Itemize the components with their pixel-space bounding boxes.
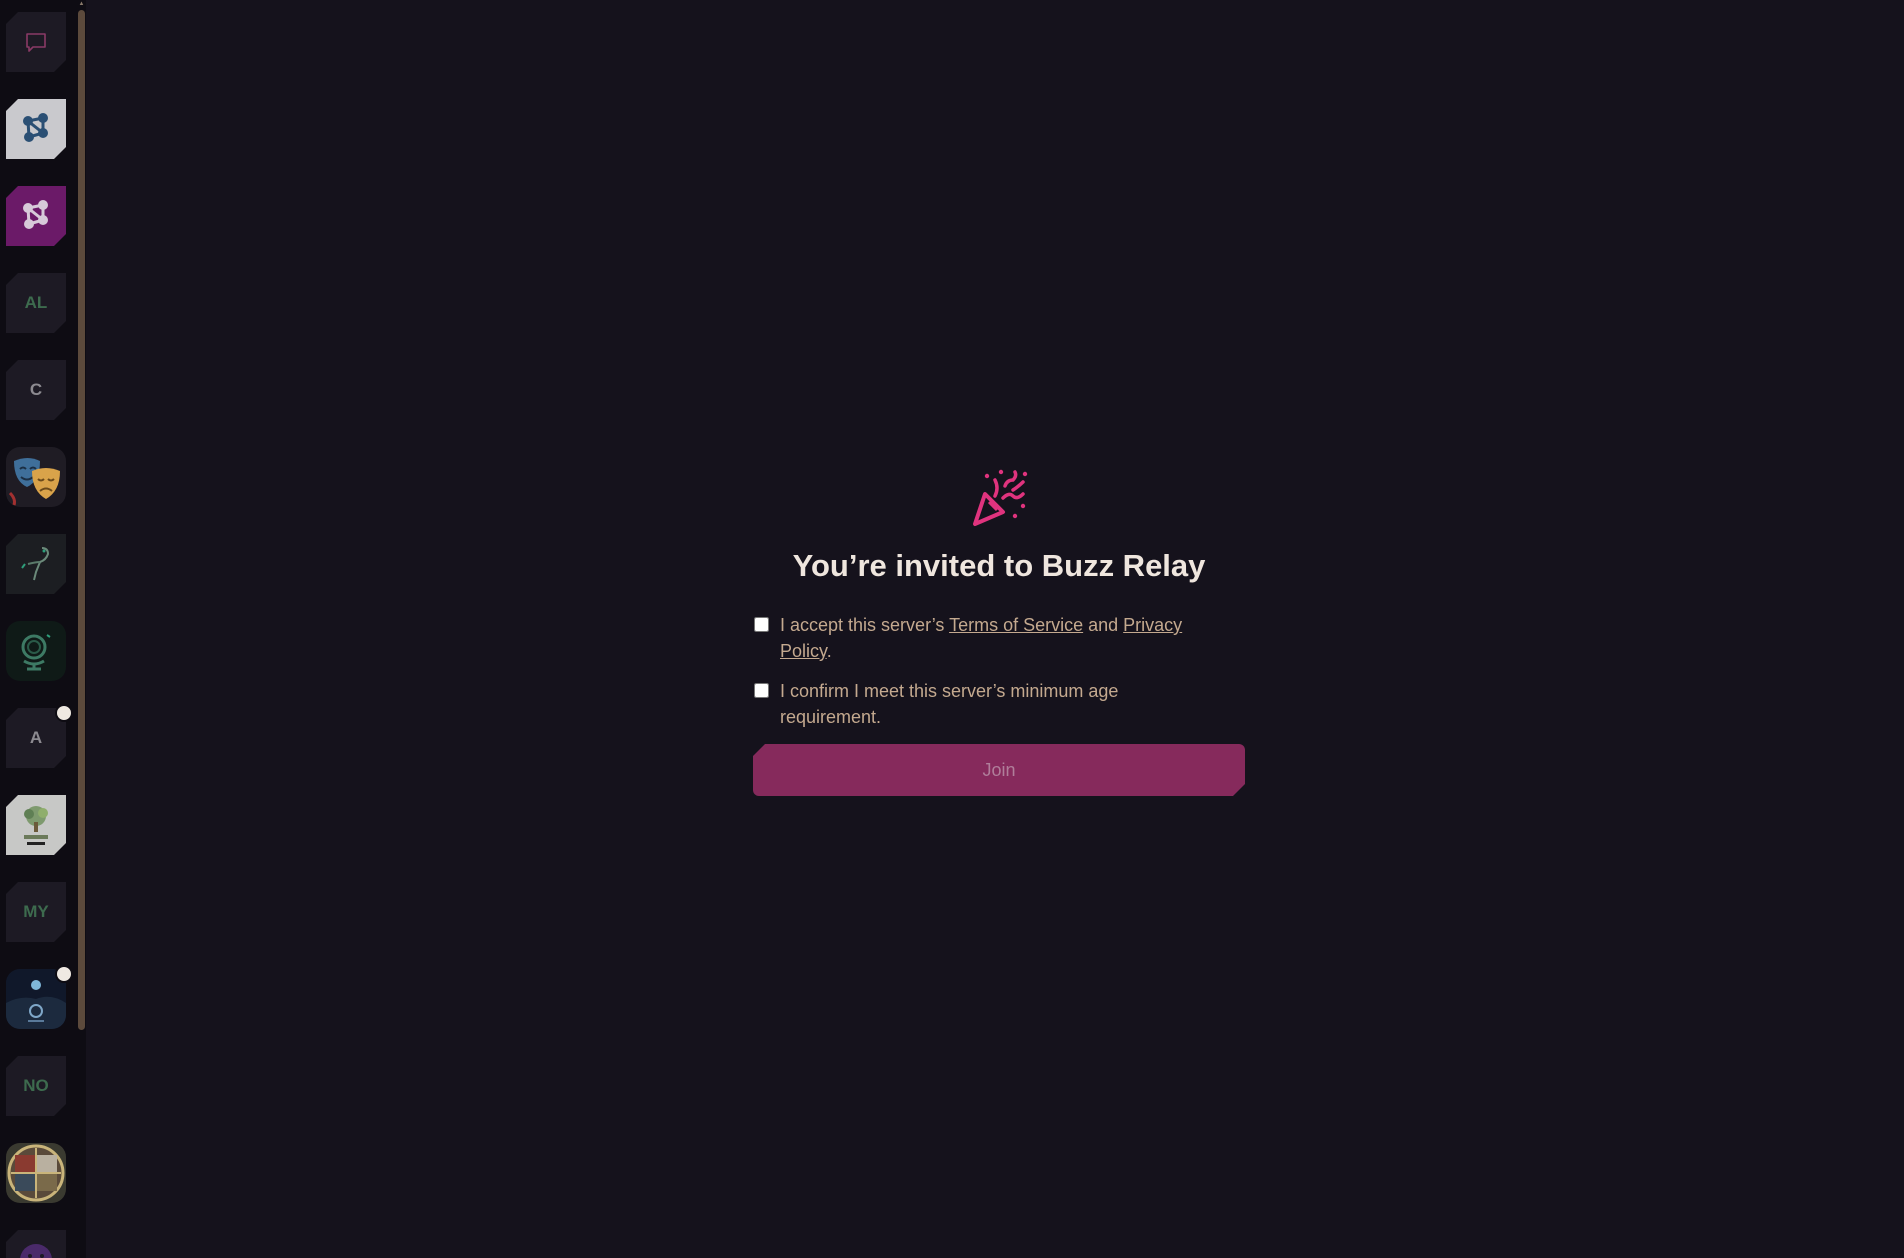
server-no[interactable]: NO xyxy=(6,1056,66,1116)
terms-and: and xyxy=(1083,615,1124,635)
age-checkbox[interactable] xyxy=(754,683,769,698)
terms-checkbox[interactable] xyxy=(754,617,769,632)
server-sidebar: AL C A MY NO ▲ xyxy=(0,0,86,1258)
server-tree[interactable] xyxy=(6,795,66,855)
server-buzz-purple[interactable] xyxy=(6,186,66,246)
server-al[interactable]: AL xyxy=(6,273,66,333)
party-popper-icon xyxy=(973,469,1028,526)
server-abbr: AL xyxy=(24,293,48,312)
theater-masks-icon xyxy=(8,458,60,506)
server-abbr: C xyxy=(29,380,43,399)
server-bird[interactable] xyxy=(6,534,66,594)
terms-suffix: . xyxy=(826,641,832,661)
sidebar-scrollbar-thumb[interactable] xyxy=(78,10,85,1030)
terms-of-service-link[interactable]: Terms of Service xyxy=(949,615,1083,635)
server-abbr: NO xyxy=(23,1076,49,1095)
server-globe[interactable] xyxy=(6,621,66,681)
join-button[interactable]: Join xyxy=(753,744,1245,796)
scroll-up-arrow-icon[interactable]: ▲ xyxy=(77,0,86,8)
invite-title: You’re invited to Buzz Relay xyxy=(792,548,1206,583)
network-logo-icon xyxy=(16,109,56,149)
age-checkbox-row[interactable]: I confirm I meet this server’s minimum a… xyxy=(753,678,1245,730)
network-logo-icon xyxy=(16,196,56,236)
app-window: AL C A MY NO ▲ You’re invited to Buzz Re… xyxy=(0,0,1904,1258)
server-c[interactable]: C xyxy=(6,360,66,420)
server-buzz-gray[interactable] xyxy=(6,99,66,159)
server-my[interactable]: MY xyxy=(6,882,66,942)
smiley-icon xyxy=(18,1242,54,1258)
chat-bubble-icon xyxy=(24,30,48,54)
server-abbr: MY xyxy=(23,902,49,921)
server-theater[interactable] xyxy=(6,447,66,507)
unread-indicator xyxy=(55,965,73,983)
terms-checkbox-row[interactable]: I accept this server’s Terms of Service … xyxy=(753,612,1245,664)
direct-messages-button[interactable] xyxy=(6,12,66,72)
server-collage[interactable] xyxy=(6,1143,66,1203)
server-smiley[interactable] xyxy=(6,1230,66,1258)
globe-icon xyxy=(21,634,51,671)
server-abbr: A xyxy=(29,728,43,747)
bird-icon xyxy=(14,542,58,586)
age-text: I confirm I meet this server’s minimum a… xyxy=(780,681,1119,727)
terms-text: I accept this server’s Terms of Service … xyxy=(780,612,1220,664)
terms-prefix: I accept this server’s xyxy=(780,615,950,635)
tree-logo-icon xyxy=(11,800,61,850)
photo-collage-icon xyxy=(7,1144,65,1202)
unread-indicator xyxy=(55,704,73,722)
